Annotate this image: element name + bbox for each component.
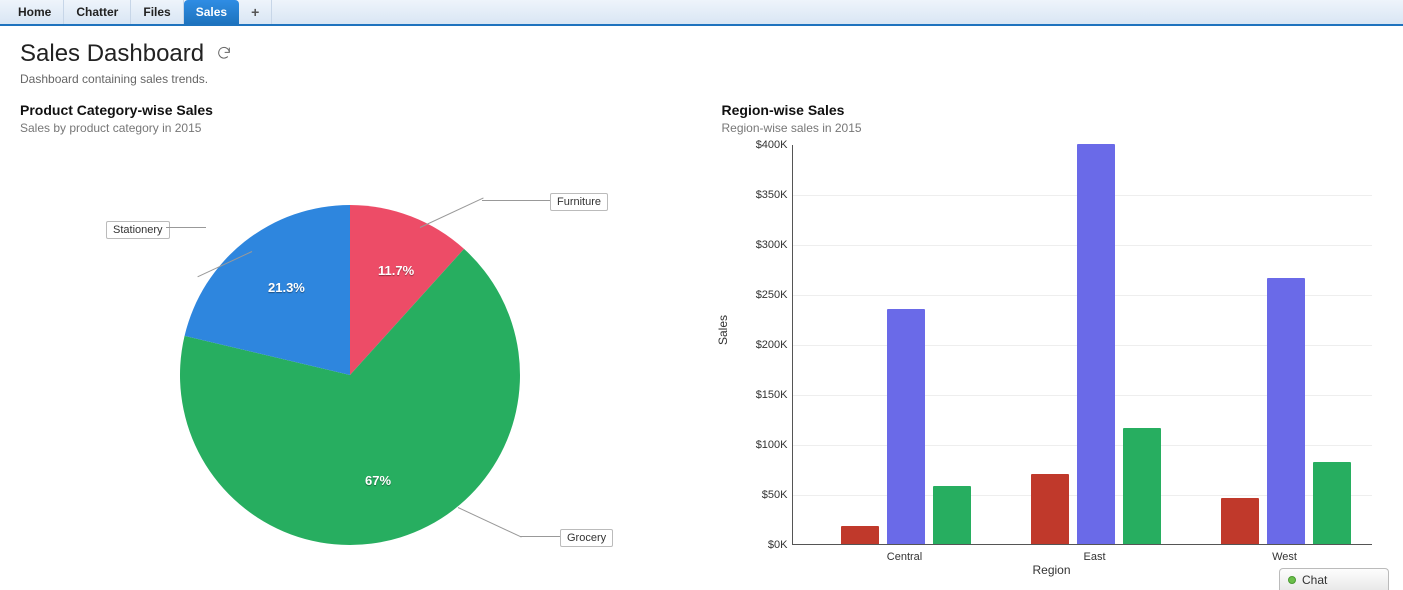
ytick-350: $350K <box>738 189 788 201</box>
panel-subtitle: Sales by product category in 2015 <box>20 121 682 135</box>
ytick-100: $100K <box>738 439 788 451</box>
ytick-250: $250K <box>738 289 788 301</box>
refresh-icon[interactable] <box>216 45 232 64</box>
panel-product-category-sales: Product Category-wise Sales Sales by pro… <box>20 102 682 575</box>
pie-leader-furniture-h <box>482 200 550 201</box>
pie-label-stationery: Stationery <box>106 221 170 239</box>
bar-central-c <box>933 486 971 544</box>
pie-label-furniture: Furniture <box>550 193 608 211</box>
tab-sales[interactable]: Sales <box>184 0 239 24</box>
bar-west-b <box>1267 278 1305 544</box>
bar-east-b <box>1077 144 1115 544</box>
page-description: Dashboard containing sales trends. <box>20 72 1403 86</box>
pie-chart: 11.7% 67% 21.3% Furniture Grocery Statio… <box>20 145 620 545</box>
tab-home[interactable]: Home <box>6 0 64 24</box>
ytick-300: $300K <box>738 239 788 251</box>
xcat-central: Central <box>887 551 922 563</box>
bar-east-a <box>1031 474 1069 544</box>
ytick-50: $50K <box>738 489 788 501</box>
page-header: Sales Dashboard Dashboard containing sal… <box>0 26 1403 92</box>
pie-svg <box>20 145 620 545</box>
pie-pct-grocery: 67% <box>365 473 391 488</box>
pie-pct-furniture: 11.7% <box>378 263 414 278</box>
bar-east-c <box>1123 428 1161 544</box>
bar-central-a <box>841 526 879 544</box>
ytick-400: $400K <box>738 139 788 151</box>
page-title: Sales Dashboard <box>20 40 204 68</box>
panel-title: Region-wise Sales <box>722 102 1384 118</box>
pie-pct-stationery: 21.3% <box>268 280 305 295</box>
pie-leader-grocery-h <box>520 536 560 537</box>
pie-leader-stationery-h <box>166 227 206 228</box>
presence-icon <box>1288 576 1296 584</box>
bar-plot-area <box>792 145 1372 545</box>
xcat-east: East <box>1083 551 1105 563</box>
bar-chart: Sales $0K $50K $100K $150K $200K $250K $… <box>722 145 1382 575</box>
panel-subtitle: Region-wise sales in 2015 <box>722 121 1384 135</box>
bar-central-b <box>887 309 925 544</box>
bar-ylabel: Sales <box>716 315 730 345</box>
dashboard-body: Product Category-wise Sales Sales by pro… <box>0 92 1403 575</box>
tab-files[interactable]: Files <box>131 0 183 24</box>
tab-bar: Home Chatter Files Sales + <box>0 0 1403 26</box>
ytick-200: $200K <box>738 339 788 351</box>
chat-label: Chat <box>1302 573 1327 587</box>
ytick-0: $0K <box>738 539 788 551</box>
xcat-west: West <box>1272 551 1297 563</box>
pie-label-grocery: Grocery <box>560 529 613 547</box>
panel-region-wise-sales: Region-wise Sales Region-wise sales in 2… <box>722 102 1384 575</box>
ytick-150: $150K <box>738 389 788 401</box>
panel-title: Product Category-wise Sales <box>20 102 682 118</box>
bar-west-c <box>1313 462 1351 544</box>
bar-west-a <box>1221 498 1259 544</box>
tab-chatter[interactable]: Chatter <box>64 0 131 24</box>
chat-dock[interactable]: Chat <box>1279 568 1389 590</box>
tab-add[interactable]: + <box>239 0 272 24</box>
bar-xlabel: Region <box>1032 563 1070 577</box>
